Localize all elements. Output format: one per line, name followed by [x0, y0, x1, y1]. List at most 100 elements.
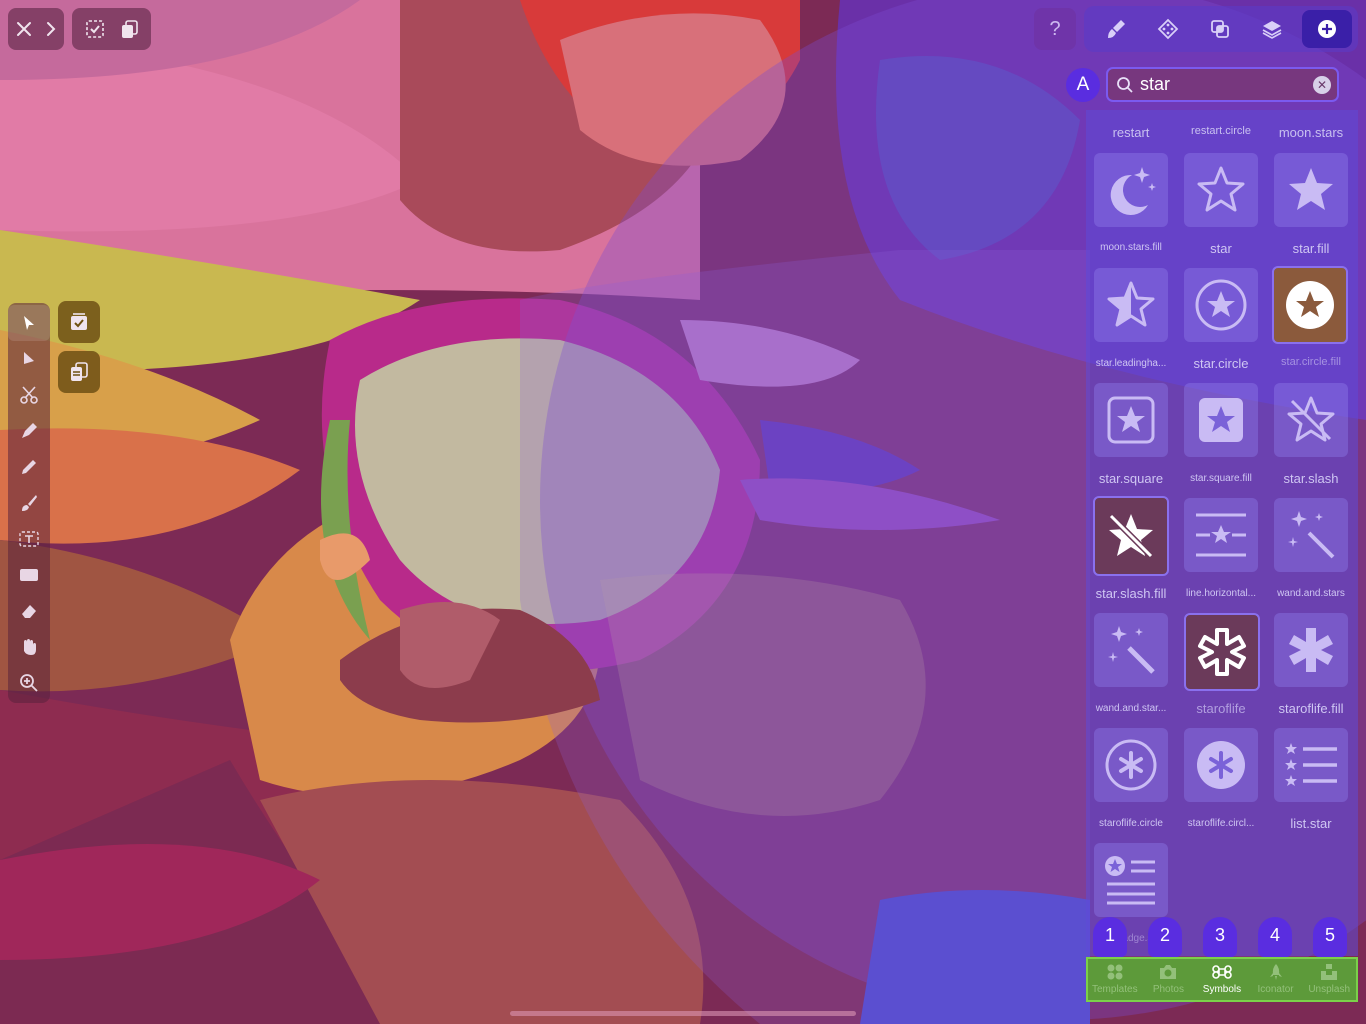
diamond-dots-icon: [1157, 18, 1179, 40]
paint-brush-icon: [1108, 20, 1125, 38]
symbol-label-moon-stars: moon.stars: [1278, 125, 1344, 140]
pen-tool[interactable]: [8, 413, 50, 449]
symbol-wand-and-stars-inverse[interactable]: [1094, 613, 1168, 687]
symbol-caption: star.circle.fill: [1281, 356, 1341, 368]
layers-button[interactable]: [1246, 10, 1298, 48]
camera-icon: [1160, 965, 1177, 979]
magnifier-plus-icon: [20, 674, 38, 692]
symbol-caption: star.circle: [1193, 356, 1249, 371]
symbol-caption: star.square: [1098, 471, 1164, 486]
staroflife-circle-icon: [1105, 739, 1157, 791]
add-button[interactable]: [1302, 10, 1352, 48]
symbol-label-restart: restart: [1112, 125, 1150, 140]
tab-unsplash[interactable]: Unsplash: [1302, 959, 1356, 1000]
star-leadinghalf-icon: [1107, 281, 1155, 327]
overlap-squares-icon: [1211, 20, 1229, 38]
star-square-fill-icon: [1199, 398, 1243, 442]
tab-photos[interactable]: Photos: [1142, 959, 1196, 1000]
tab-templates[interactable]: Templates: [1088, 959, 1142, 1000]
tab-iconator[interactable]: Iconator: [1249, 959, 1303, 1000]
star-slash-icon: [1287, 396, 1335, 442]
symbol-star-leadinghalf[interactable]: [1094, 268, 1168, 342]
symbol-star-square-fill[interactable]: [1184, 383, 1258, 457]
symbol-staroflife[interactable]: [1184, 613, 1260, 691]
brush-tool[interactable]: [8, 485, 50, 521]
textbox-icon: [19, 531, 39, 547]
symbol-caption: star.fill: [1292, 241, 1330, 256]
symbol-star[interactable]: [1184, 153, 1258, 227]
symbol-line-horizontal-star[interactable]: [1184, 498, 1258, 572]
symbol-star-circle[interactable]: [1184, 268, 1258, 342]
arrow-pointer-icon: [24, 316, 34, 330]
shortcut-badge-4[interactable]: 4: [1258, 917, 1292, 957]
symbol-staroflife-fill[interactable]: [1274, 613, 1348, 687]
symbol-list-star[interactable]: [1274, 728, 1348, 802]
wand-and-stars-inverse-icon: [1108, 626, 1155, 674]
select-all-chip[interactable]: [58, 301, 100, 343]
symbol-staroflife-circle[interactable]: [1094, 728, 1168, 802]
selection-controls: [72, 8, 151, 50]
line-horizontal-star-icon: [1196, 513, 1246, 557]
shortcut-badge-1[interactable]: 1: [1093, 917, 1127, 957]
clear-search-icon[interactable]: ✕: [1313, 76, 1331, 94]
pen-nib-icon: [22, 423, 37, 438]
search-field[interactable]: ✕: [1106, 67, 1339, 102]
hand-tool[interactable]: [8, 629, 50, 665]
symbol-star-fill[interactable]: [1274, 153, 1348, 227]
symbol-star-circle-fill[interactable]: [1272, 266, 1348, 344]
staroflife-fill-icon: [1289, 628, 1333, 672]
style-button[interactable]: [1090, 10, 1142, 48]
zoom-tool[interactable]: [8, 665, 50, 701]
staroflife-icon: [1198, 628, 1246, 676]
star-square-icon: [1107, 396, 1155, 444]
symbol-staroflife-circle-fill[interactable]: [1184, 728, 1258, 802]
chevron-right-icon[interactable]: [46, 21, 56, 37]
shortcut-badge-2[interactable]: 2: [1148, 917, 1182, 957]
select-tool[interactable]: [8, 305, 50, 341]
shortcut-badge-3[interactable]: 3: [1203, 917, 1237, 957]
scissors-icon: [20, 386, 38, 404]
shortcut-badge-5[interactable]: 5: [1313, 917, 1347, 957]
font-button[interactable]: A: [1066, 68, 1100, 102]
symbol-label-restart-circle: restart.circle: [1191, 125, 1251, 137]
search-input[interactable]: [1140, 74, 1310, 95]
text-tool[interactable]: [8, 521, 50, 557]
arrange-button[interactable]: [1142, 10, 1194, 48]
tab-symbols[interactable]: Symbols: [1195, 959, 1249, 1000]
hand-icon: [24, 639, 36, 655]
document-controls: [8, 8, 64, 50]
symbol-caption: list.star: [1290, 816, 1332, 831]
select-all-icon[interactable]: [85, 19, 105, 39]
moon-stars-fill-icon: [1110, 167, 1156, 215]
symbol-star-square[interactable]: [1094, 383, 1168, 457]
symbol-caption: star.slash: [1283, 471, 1339, 486]
shape-tool[interactable]: [8, 557, 50, 593]
symbol-caption: line.horizontal...: [1185, 588, 1257, 599]
plus-circle-icon: [1318, 20, 1336, 38]
direct-select-tool[interactable]: [8, 341, 50, 377]
scissors-tool[interactable]: [8, 377, 50, 413]
tab-label: Photos: [1152, 984, 1184, 995]
help-button[interactable]: ?: [1034, 8, 1076, 50]
star-circle-fill-icon: [1286, 281, 1334, 329]
tab-label: Unsplash: [1308, 984, 1351, 995]
symbol-text-badge-star[interactable]: [1094, 843, 1168, 917]
symbol-moon-stars-fill[interactable]: [1094, 153, 1168, 227]
symbol-caption: star.leadingha...: [1095, 358, 1167, 369]
symbol-star-slash-fill[interactable]: [1093, 496, 1169, 576]
home-indicator[interactable]: [510, 1011, 856, 1016]
symbol-wand-and-stars[interactable]: [1274, 498, 1348, 572]
path-ops-button[interactable]: [1194, 10, 1246, 48]
tray-check-icon: [71, 313, 87, 330]
command-icon: [1212, 965, 1232, 979]
rocket-icon: [1269, 964, 1282, 980]
symbol-star-slash[interactable]: [1274, 383, 1348, 457]
close-icon[interactable]: [16, 21, 32, 37]
symbol-caption: star.slash.fill: [1095, 586, 1167, 601]
direct-select-icon: [24, 352, 34, 364]
eraser-tool[interactable]: [8, 593, 50, 629]
paste-icon[interactable]: [119, 19, 139, 39]
pencil-tool[interactable]: [8, 449, 50, 485]
tab-label: Iconator: [1257, 984, 1294, 995]
duplicate-chip[interactable]: [58, 351, 100, 393]
